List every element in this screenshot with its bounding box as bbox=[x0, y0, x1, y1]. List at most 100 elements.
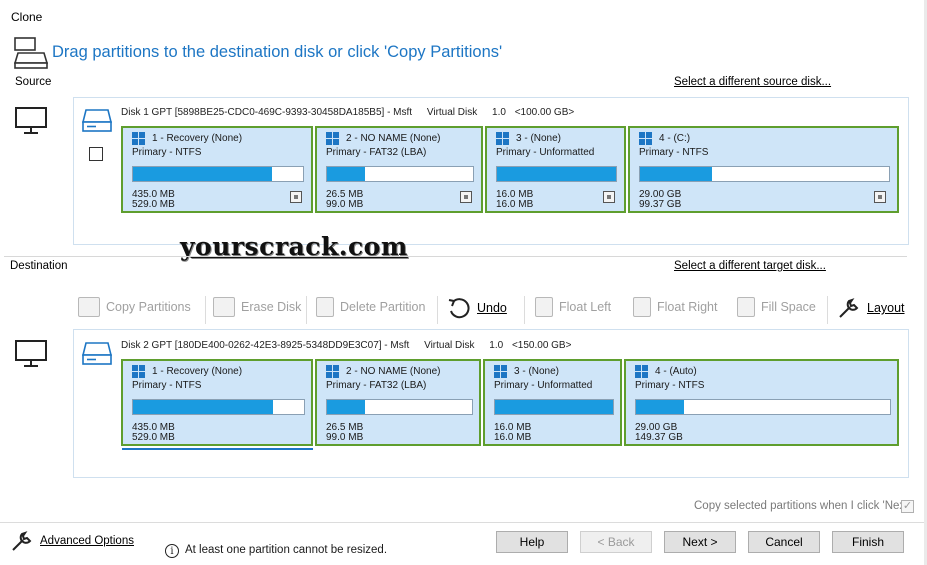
windows-icon bbox=[132, 365, 145, 378]
copy-partitions-button[interactable]: Copy Partitions bbox=[78, 297, 191, 317]
disk-type: Virtual Disk bbox=[424, 340, 475, 351]
delete-partition-label: Delete Partition bbox=[340, 300, 426, 314]
disk-version: 1.0 bbox=[489, 340, 504, 351]
partition-total: 16.0 MB bbox=[496, 199, 534, 210]
layout-button[interactable]: Layout bbox=[837, 297, 905, 319]
float-right-icon bbox=[633, 297, 651, 317]
partition-select-checkbox[interactable] bbox=[603, 191, 615, 203]
partition-type: Primary - Unformatted bbox=[494, 380, 593, 391]
float-right-button[interactable]: Float Right bbox=[633, 297, 717, 317]
partition-type: Primary - FAT32 (LBA) bbox=[326, 147, 427, 158]
window-title: Clone bbox=[11, 10, 43, 24]
source-disk-checkbox[interactable] bbox=[89, 147, 103, 161]
partition-usage-bar bbox=[494, 399, 614, 415]
destination-partition-3[interactable]: 3 - (None) Primary - Unformatted 16.0 MB… bbox=[483, 359, 622, 446]
partition-select-checkbox[interactable] bbox=[874, 191, 886, 203]
partition-select-checkbox[interactable] bbox=[460, 191, 472, 203]
footer-divider bbox=[0, 522, 927, 523]
disk-type: Virtual Disk bbox=[426, 107, 478, 118]
windows-icon bbox=[326, 132, 339, 145]
partition-usage-bar bbox=[496, 166, 617, 182]
undo-icon bbox=[448, 298, 470, 319]
usage-fill bbox=[327, 167, 365, 181]
advanced-options-link[interactable]: Advanced Options bbox=[40, 535, 134, 547]
destination-partition-2[interactable]: 2 - NO NAME (None) Primary - FAT32 (LBA)… bbox=[315, 359, 481, 446]
undo-button[interactable]: Undo bbox=[447, 297, 507, 319]
select-source-disk-link[interactable]: Select a different source disk... bbox=[674, 76, 831, 88]
partition-total: 16.0 MB bbox=[494, 432, 532, 443]
partition-title: 1 - Recovery (None) bbox=[152, 133, 243, 144]
source-partition-1[interactable]: 1 - Recovery (None) Primary - NTFS 435.0… bbox=[121, 126, 313, 213]
copy-on-next-label: Copy selected partitions when I click 'N… bbox=[694, 500, 911, 512]
cancel-button[interactable]: Cancel bbox=[748, 531, 820, 553]
disk-name: Disk 1 GPT [5898BE25-CDC0-469C-9393-3045… bbox=[121, 107, 413, 118]
monitor-icon bbox=[15, 107, 47, 134]
float-right-label: Float Right bbox=[657, 300, 718, 314]
partition-type: Primary - Unformatted bbox=[496, 147, 595, 158]
partition-title: 4 - (Auto) bbox=[655, 366, 697, 377]
windows-icon bbox=[494, 365, 507, 378]
partition-total: 99.37 GB bbox=[639, 199, 682, 210]
selected-partition-indicator bbox=[122, 448, 313, 450]
windows-icon bbox=[132, 132, 145, 145]
back-button[interactable]: < Back bbox=[580, 531, 652, 553]
partition-total: 99.0 MB bbox=[326, 199, 364, 210]
partition-type: Primary - NTFS bbox=[635, 380, 705, 391]
fill-space-button[interactable]: Fill Space bbox=[737, 297, 816, 317]
next-button[interactable]: Next > bbox=[664, 531, 736, 553]
toolbar-separator bbox=[306, 296, 307, 324]
toolbar-separator bbox=[437, 296, 438, 324]
usage-fill bbox=[327, 400, 365, 414]
layout-label: Layout bbox=[867, 301, 905, 315]
info-icon: i bbox=[165, 544, 179, 558]
float-left-button[interactable]: Float Left bbox=[535, 297, 611, 317]
eraser-icon bbox=[213, 297, 235, 317]
copy-on-next-checkbox[interactable]: ✓ bbox=[901, 500, 914, 513]
source-partition-3[interactable]: 3 - (None) Primary - Unformatted 16.0 MB… bbox=[485, 126, 626, 213]
partition-select-checkbox[interactable] bbox=[290, 191, 302, 203]
partition-total: 529.0 MB bbox=[132, 199, 175, 210]
disk-size: <150.00 GB> bbox=[511, 340, 572, 351]
usage-fill bbox=[133, 400, 274, 414]
copy-partitions-label: Copy Partitions bbox=[106, 300, 191, 314]
partition-title: 3 - (None) bbox=[516, 133, 562, 144]
float-left-icon bbox=[535, 297, 553, 317]
section-divider bbox=[4, 256, 907, 257]
delete-icon bbox=[316, 297, 334, 317]
delete-partition-button[interactable]: Delete Partition bbox=[316, 297, 425, 317]
help-button[interactable]: Help bbox=[496, 531, 568, 553]
partition-title: 1 - Recovery (None) bbox=[152, 366, 243, 377]
toolbar-separator bbox=[827, 296, 828, 324]
partition-title: 2 - NO NAME (None) bbox=[346, 366, 441, 377]
destination-label: Destination bbox=[10, 260, 68, 272]
usage-fill bbox=[640, 167, 713, 181]
usage-fill bbox=[133, 167, 273, 181]
erase-disk-button[interactable]: Erase Disk bbox=[213, 297, 301, 317]
windows-icon bbox=[635, 365, 648, 378]
monitor-icon bbox=[15, 340, 47, 367]
instruction-text: Drag partitions to the destination disk … bbox=[52, 43, 503, 61]
partition-type: Primary - NTFS bbox=[132, 380, 202, 391]
select-target-disk-link[interactable]: Select a different target disk... bbox=[674, 260, 826, 272]
toolbar-separator bbox=[205, 296, 206, 324]
disk-size: <100.00 GB> bbox=[514, 107, 575, 118]
destination-partition-1[interactable]: 1 - Recovery (None) Primary - NTFS 435.0… bbox=[121, 359, 313, 446]
partition-type: Primary - NTFS bbox=[639, 147, 709, 158]
partition-usage-bar bbox=[132, 166, 304, 182]
source-partition-2[interactable]: 2 - NO NAME (None) Primary - FAT32 (LBA)… bbox=[315, 126, 483, 213]
source-partition-4[interactable]: 4 - (C:) Primary - NTFS 29.00 GB 99.37 G… bbox=[628, 126, 899, 213]
finish-button[interactable]: Finish bbox=[832, 531, 904, 553]
partition-total: 99.0 MB bbox=[326, 432, 364, 443]
partition-total: 529.0 MB bbox=[132, 432, 175, 443]
resize-warning-text: At least one partition cannot be resized… bbox=[185, 544, 388, 556]
windows-icon bbox=[496, 132, 509, 145]
partition-usage-bar bbox=[635, 399, 891, 415]
partition-usage-bar bbox=[326, 399, 473, 415]
source-disk-info: Disk 1 GPT [5898BE25-CDC0-469C-9393-3045… bbox=[121, 107, 586, 118]
partition-title: 2 - NO NAME (None) bbox=[346, 133, 441, 144]
disk-name: Disk 2 GPT [180DE400-0262-42E3-8925-5348… bbox=[121, 340, 410, 351]
undo-label: Undo bbox=[477, 301, 507, 315]
wrench-icon bbox=[12, 531, 32, 551]
partition-type: Primary - FAT32 (LBA) bbox=[326, 380, 427, 391]
destination-partition-4[interactable]: 4 - (Auto) Primary - NTFS 29.00 GB 149.3… bbox=[624, 359, 899, 446]
